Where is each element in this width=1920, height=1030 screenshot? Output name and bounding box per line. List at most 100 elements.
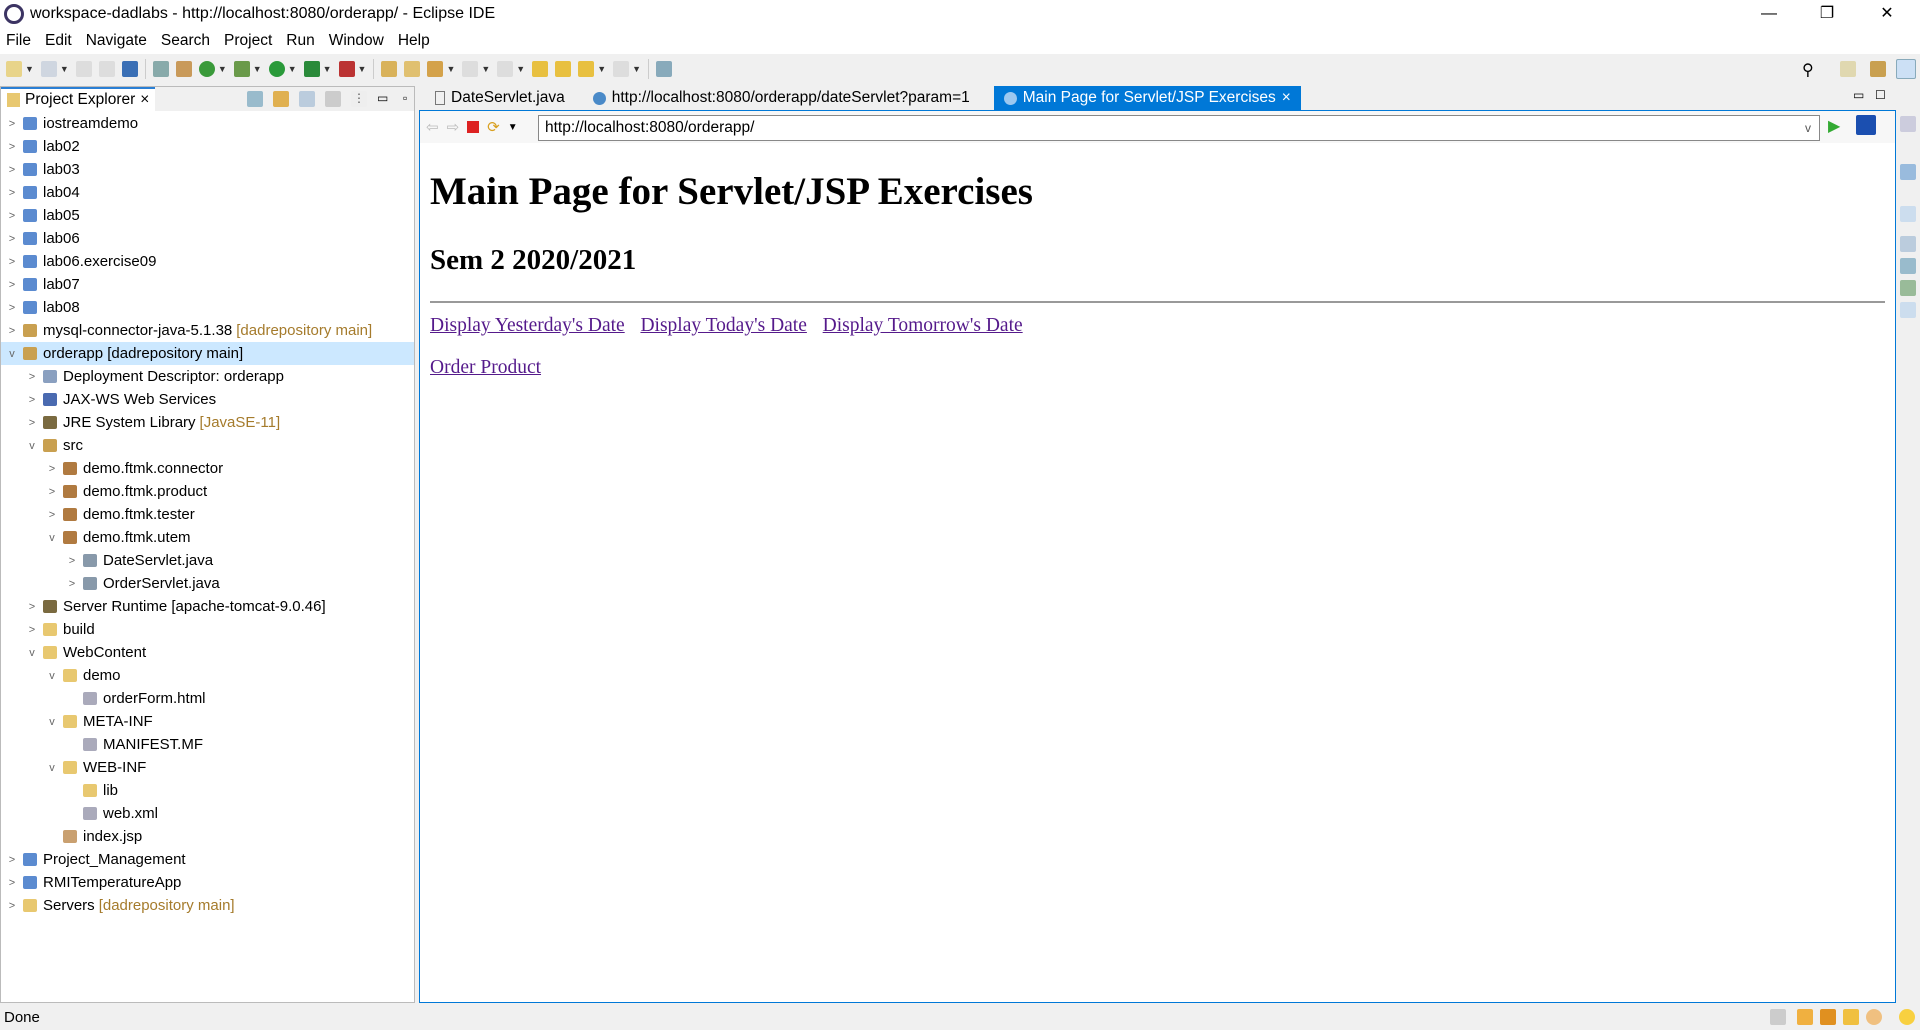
sync-icon[interactable] (1770, 1009, 1786, 1025)
previous-annotation-icon[interactable] (497, 61, 514, 77)
view-menu-icon[interactable]: ⋮ (351, 91, 367, 107)
dropdown-icon[interactable]: ▼ (253, 64, 262, 74)
tree-item[interactable]: > OrderServlet.java (1, 572, 414, 595)
web-perspective-icon[interactable] (1896, 59, 1916, 79)
close-tab-icon[interactable]: × (1282, 89, 1291, 107)
dropdown-icon[interactable]: ▼ (481, 64, 490, 74)
chevron-down-icon[interactable]: v (5, 348, 19, 360)
tree-item[interactable]: > JRE System Library [JavaSE-11] (1, 411, 414, 434)
chevron-right-icon[interactable]: > (25, 371, 39, 383)
chevron-right-icon[interactable]: > (5, 233, 19, 245)
dropdown-icon[interactable]: ▼ (323, 64, 332, 74)
chevron-down-icon[interactable]: v (45, 532, 59, 544)
tutorial-icon[interactable] (1820, 1009, 1836, 1025)
chevron-down-icon[interactable]: v (45, 762, 59, 774)
tip-bulb-icon[interactable] (1899, 1009, 1915, 1025)
maximize-editor-icon[interactable]: ☐ (1875, 88, 1886, 102)
tree-item[interactable]: > build (1, 618, 414, 641)
dropdown-icon[interactable]: ▼ (632, 64, 641, 74)
chevron-down-icon[interactable]: v (25, 440, 39, 452)
order-product-link[interactable]: Order Product (430, 357, 541, 378)
chevron-right-icon[interactable]: > (25, 601, 39, 613)
tab-dateservlet-java[interactable]: DateServlet.java (425, 86, 575, 110)
dropdown-icon[interactable]: ▼ (597, 64, 606, 74)
tree-item[interactable]: > lab06 (1, 227, 414, 250)
menu-search[interactable]: Search (161, 32, 210, 50)
annotation-icon[interactable] (427, 61, 444, 77)
tree-item[interactable]: v WEB-INF (1, 756, 414, 779)
tree-item[interactable]: > RMITemperatureApp (1, 871, 414, 894)
tree-item[interactable]: v demo (1, 664, 414, 687)
tree-item[interactable]: v WebContent (1, 641, 414, 664)
tree-item[interactable]: web.xml (1, 802, 414, 825)
chevron-right-icon[interactable]: > (45, 486, 59, 498)
minimize-view-icon[interactable]: ▭ (377, 91, 393, 107)
restore-button[interactable]: ❐ (1798, 0, 1856, 28)
stop-icon[interactable] (467, 121, 480, 133)
console-icon[interactable] (1900, 302, 1916, 318)
markers-icon[interactable] (1900, 206, 1916, 222)
close-tab-icon[interactable]: × (140, 91, 149, 109)
tree-item[interactable]: v orderapp [dadrepository main] (1, 342, 414, 365)
chevron-right-icon[interactable]: > (5, 854, 19, 866)
menu-help[interactable]: Help (398, 32, 430, 50)
minimize-editor-icon[interactable]: ▭ (1853, 88, 1864, 102)
search-icon[interactable]: ⚲ (1802, 60, 1814, 80)
tab-dateservlet-url[interactable]: http://localhost:8080/orderapp/dateServl… (583, 86, 980, 110)
url-history-dropdown[interactable]: v (1805, 116, 1811, 140)
hierarchy-icon[interactable] (1900, 164, 1916, 180)
tree-item[interactable]: > Project_Management (1, 848, 414, 871)
tree-item[interactable]: > demo.ftmk.product (1, 480, 414, 503)
tree-item[interactable]: > demo.ftmk.connector (1, 457, 414, 480)
dropdown-icon[interactable]: ▼ (516, 64, 525, 74)
tree-item[interactable]: > lab04 (1, 181, 414, 204)
go-button[interactable]: ▶ (1828, 116, 1840, 136)
chevron-right-icon[interactable]: > (25, 394, 39, 406)
chevron-right-icon[interactable]: > (5, 256, 19, 268)
new-class-icon[interactable] (198, 61, 215, 77)
dropdown-icon[interactable]: ▼ (25, 64, 34, 74)
tree-item[interactable]: > lab08 (1, 296, 414, 319)
dropdown-icon[interactable]: ▼ (60, 64, 69, 74)
filter-icon[interactable] (299, 91, 315, 107)
minimize-button[interactable]: — (1740, 0, 1798, 28)
dropdown-icon[interactable]: ▼ (508, 122, 518, 133)
chevron-right-icon[interactable]: > (65, 578, 79, 590)
save-all-icon[interactable] (98, 61, 115, 77)
chevron-down-icon[interactable]: v (45, 716, 59, 728)
tree-item[interactable]: > DateServlet.java (1, 549, 414, 572)
today-date-link[interactable]: Display Today's Date (640, 315, 806, 336)
chevron-right-icon[interactable]: > (25, 417, 39, 429)
new-icon[interactable] (6, 61, 22, 77)
pencil-icon[interactable] (1843, 1009, 1859, 1025)
tree-item[interactable]: > lab07 (1, 273, 414, 296)
debug-icon[interactable] (233, 61, 250, 77)
terminal-icon[interactable] (121, 61, 138, 77)
tree-item[interactable]: v src (1, 434, 414, 457)
chevron-right-icon[interactable]: > (5, 141, 19, 153)
tree-item[interactable]: orderForm.html (1, 687, 414, 710)
new-project-icon[interactable] (40, 61, 57, 77)
dropdown-icon[interactable]: ▼ (446, 64, 455, 74)
refresh-icon[interactable]: ⟳ (487, 118, 500, 136)
tree-item[interactable]: v demo.ftmk.utem (1, 526, 414, 549)
forward-icon[interactable] (613, 61, 630, 77)
close-button[interactable]: ✕ (1858, 0, 1916, 28)
last-edit-icon[interactable] (532, 61, 549, 77)
servers-icon[interactable] (1900, 258, 1916, 274)
tree-item[interactable]: > Server Runtime [apache-tomcat-9.0.46] (1, 595, 414, 618)
open-task-icon[interactable] (404, 61, 421, 77)
maximize-view-icon[interactable]: ▫ (403, 91, 419, 107)
menu-run[interactable]: Run (286, 32, 314, 50)
menu-navigate[interactable]: Navigate (86, 32, 147, 50)
link-with-editor-icon[interactable] (273, 91, 289, 107)
chevron-right-icon[interactable]: > (5, 900, 19, 912)
chevron-right-icon[interactable]: > (65, 555, 79, 567)
tree-item[interactable]: > lab06.exercise09 (1, 250, 414, 273)
skip-breakpoints-icon[interactable] (152, 61, 169, 77)
java-ee-perspective-icon[interactable] (1870, 61, 1886, 77)
chevron-right-icon[interactable]: > (5, 877, 19, 889)
open-console-icon[interactable] (656, 61, 673, 77)
collapse-all-icon[interactable] (247, 91, 263, 107)
chevron-right-icon[interactable]: > (25, 624, 39, 636)
